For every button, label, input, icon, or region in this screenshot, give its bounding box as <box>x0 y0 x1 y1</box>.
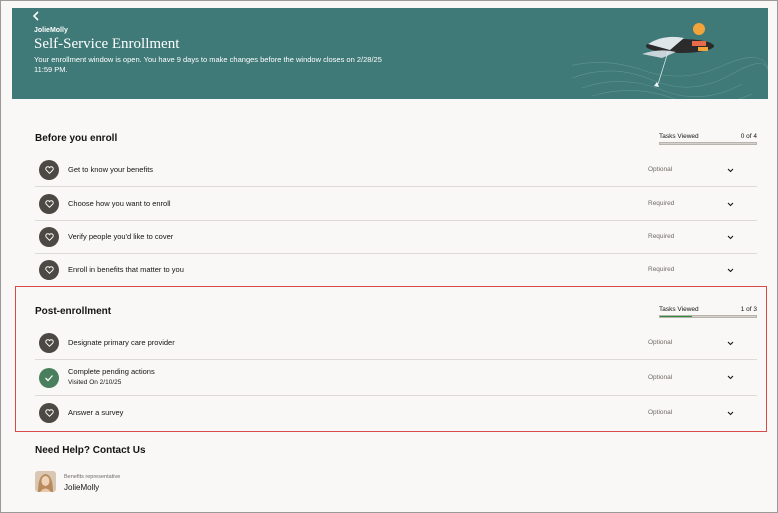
progress-bar <box>659 142 757 145</box>
heart-icon <box>39 403 59 423</box>
progress-bar-fill <box>660 316 692 317</box>
representative-name: JolieMolly <box>64 483 100 492</box>
chevron-down-icon[interactable] <box>726 266 735 274</box>
decorative-illustration-icon <box>572 23 768 99</box>
tasks-viewed-count: 0 of 4 <box>740 133 757 140</box>
tasks-viewed-label: Tasks Viewed <box>659 306 699 313</box>
task-visited-date: Visited On 2/10/25 <box>68 379 122 386</box>
company-name: JolieMolly <box>34 27 68 34</box>
task-status: Required <box>648 200 675 207</box>
chevron-down-icon[interactable] <box>726 166 735 174</box>
task-label: Designate primary care provider <box>68 338 175 347</box>
chevron-down-icon[interactable] <box>726 200 735 208</box>
back-button[interactable] <box>32 10 40 24</box>
enrollment-window-message: Your enrollment window is open. You have… <box>34 55 382 74</box>
task-label: Enroll in benefits that matter to you <box>68 265 184 274</box>
heart-icon <box>39 260 59 280</box>
tasks-viewed-count: 1 of 3 <box>740 306 757 313</box>
heart-icon <box>39 333 59 353</box>
before-enroll-title: Before you enroll <box>35 133 118 144</box>
task-row-complete-pending-actions[interactable]: Complete pending actions Visited On 2/10… <box>35 360 757 396</box>
tasks-viewed-label: Tasks Viewed <box>659 133 699 140</box>
task-row-choose-how-to-enroll[interactable]: Choose how you want to enroll Required <box>35 187 757 221</box>
task-status: Optional <box>648 339 673 346</box>
task-status: Optional <box>648 409 673 416</box>
check-icon <box>39 368 59 388</box>
task-label: Verify people you'd like to cover <box>68 232 174 241</box>
task-row-answer-survey[interactable]: Answer a survey Optional <box>35 396 757 430</box>
task-row-primary-care-provider[interactable]: Designate primary care provider Optional <box>35 326 757 360</box>
task-status: Required <box>648 233 675 240</box>
post-enrollment-title: Post-enrollment <box>35 306 112 317</box>
header-banner: JolieMolly Self-Service Enrollment Your … <box>12 8 768 99</box>
task-label: Get to know your benefits <box>68 165 154 174</box>
chevron-down-icon[interactable] <box>726 233 735 241</box>
task-status: Optional <box>648 374 673 381</box>
help-title: Need Help? Contact Us <box>35 445 146 456</box>
heart-icon <box>39 227 59 247</box>
chevron-down-icon[interactable] <box>726 373 735 381</box>
task-status: Optional <box>648 166 673 173</box>
task-status: Required <box>648 266 675 273</box>
heart-icon <box>39 194 59 214</box>
before-enroll-progress: Tasks Viewed 0 of 4 <box>659 133 757 147</box>
page: JolieMolly Self-Service Enrollment Your … <box>0 0 778 513</box>
chevron-down-icon[interactable] <box>726 339 735 347</box>
task-label: Answer a survey <box>68 408 124 417</box>
post-enrollment-progress: Tasks Viewed 1 of 3 <box>659 306 757 320</box>
progress-bar <box>659 315 757 318</box>
task-label: Complete pending actions <box>68 367 155 376</box>
chevron-left-icon <box>32 11 39 21</box>
task-row-verify-people[interactable]: Verify people you'd like to cover Requir… <box>35 220 757 254</box>
task-row-enroll-in-benefits[interactable]: Enroll in benefits that matter to you Re… <box>35 253 757 287</box>
chevron-down-icon[interactable] <box>726 409 735 417</box>
avatar <box>35 471 56 492</box>
task-row-get-to-know-benefits[interactable]: Get to know your benefits Optional <box>35 153 757 187</box>
page-title: Self-Service Enrollment <box>34 36 180 52</box>
representative-role: Benefits representative <box>64 474 121 480</box>
task-label: Choose how you want to enroll <box>68 199 171 208</box>
heart-icon <box>39 160 59 180</box>
